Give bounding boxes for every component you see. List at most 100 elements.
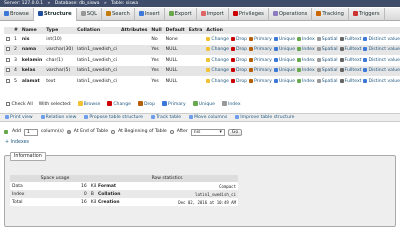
check-all-label[interactable]: Check All	[11, 102, 32, 107]
action-drop[interactable]: Drop	[231, 78, 247, 84]
action-change[interactable]: Change	[206, 47, 229, 52]
row-checkbox[interactable]	[6, 57, 10, 62]
tab-sql[interactable]: SQL	[77, 8, 102, 21]
structure-icon	[37, 11, 43, 16]
radio-at-beginning[interactable]	[111, 130, 116, 134]
tab-export[interactable]: Export	[165, 8, 197, 21]
cell-name[interactable]: alamat	[19, 76, 45, 87]
bulk-drop[interactable]: Drop	[137, 100, 155, 109]
action-distinct-values[interactable]: Distinct values	[363, 68, 400, 73]
cell-name[interactable]: nama	[19, 44, 45, 55]
tab-structure[interactable]: Structure	[33, 8, 77, 21]
bulk-unique[interactable]: Unique	[192, 100, 215, 109]
action-index[interactable]: Index	[297, 36, 315, 42]
fulltext-icon	[339, 57, 344, 62]
tab-search[interactable]: Search	[102, 8, 135, 21]
structure-table: # Name Type Collation Attributes Null Default E…	[4, 27, 400, 87]
link-move-columns[interactable]: Move columns	[189, 114, 227, 121]
action-primary[interactable]: Primary	[249, 47, 272, 52]
action-unique[interactable]: Unique	[273, 47, 295, 52]
action-drop[interactable]: Drop	[231, 47, 247, 52]
action-distinct-values[interactable]: Distinct values	[363, 36, 400, 42]
breadcrumb-table[interactable]: Table: siswa	[111, 1, 138, 6]
action-distinct-values[interactable]: Distinct values	[363, 47, 400, 52]
radio-after-label[interactable]: After	[177, 127, 188, 137]
action-unique[interactable]: Unique	[273, 57, 295, 63]
bulk-browse[interactable]: Browse	[77, 100, 100, 109]
action-distinct-values[interactable]: Distinct values	[363, 78, 400, 84]
action-spatial[interactable]: Spatial	[316, 57, 338, 63]
action-fulltext[interactable]: Fulltext	[339, 78, 361, 84]
link-relation-view[interactable]: Relation view	[40, 114, 76, 121]
bulk-primary[interactable]: Primary	[162, 100, 186, 109]
action-unique[interactable]: Unique	[273, 68, 295, 73]
action-drop[interactable]: Drop	[231, 68, 247, 73]
action-index[interactable]: Index	[297, 68, 315, 73]
tab-operations[interactable]: Operations	[269, 8, 313, 21]
action-fulltext[interactable]: Fulltext	[339, 36, 361, 42]
row-checkbox[interactable]	[6, 47, 10, 51]
check-all-checkbox[interactable]	[6, 101, 10, 106]
action-primary[interactable]: Primary	[249, 36, 272, 42]
tab-triggers[interactable]: Triggers	[349, 8, 385, 21]
action-distinct-values[interactable]: Distinct values	[363, 57, 400, 63]
space-usage-row: Total 16 KiB	[10, 198, 100, 206]
action-fulltext[interactable]: Fulltext	[339, 57, 361, 63]
link-print-view[interactable]: Print view	[5, 114, 33, 121]
spatial-icon	[316, 36, 321, 41]
action-drop[interactable]: Drop	[231, 57, 247, 63]
action-index[interactable]: Index	[297, 78, 315, 84]
bulk-actions: Check All With selected: Browse Change Dro…	[6, 100, 306, 109]
cell-name[interactable]: nis	[19, 34, 45, 45]
radio-after[interactable]	[169, 130, 174, 134]
action-change[interactable]: Change	[206, 57, 229, 63]
tab-insert[interactable]: Insert	[135, 8, 165, 21]
column-count-input[interactable]: 1	[23, 128, 38, 136]
breadcrumb-server[interactable]: Server: 127.0.0.1	[4, 1, 43, 6]
link-track-table[interactable]: Track table	[151, 114, 181, 121]
indexes-toggle[interactable]: + Indexes	[5, 140, 29, 145]
action-spatial[interactable]: Spatial	[316, 68, 338, 73]
cell-collation: latin1_swedish_ci	[75, 55, 119, 66]
link-propose-table-structure[interactable]: Propose table structure	[84, 114, 143, 121]
action-spatial[interactable]: Spatial	[316, 78, 338, 84]
action-label: Change	[211, 36, 230, 42]
action-spatial[interactable]: Spatial	[316, 47, 338, 52]
radio-at-end[interactable]	[66, 130, 71, 134]
action-change[interactable]: Change	[206, 78, 229, 84]
action-primary[interactable]: Primary	[249, 68, 272, 73]
go-button[interactable]: Go	[227, 128, 243, 136]
after-column-select[interactable]: nis ▾	[190, 128, 225, 136]
radio-at-beginning-label[interactable]: At Beginning of Table	[118, 127, 167, 137]
bulk-change[interactable]: Change	[107, 100, 131, 109]
tab-label: Export	[174, 11, 192, 17]
action-unique[interactable]: Unique	[273, 78, 295, 84]
action-primary[interactable]: Primary	[249, 78, 272, 84]
cell-name[interactable]: kelamin	[19, 55, 45, 66]
action-fulltext[interactable]: Fulltext	[339, 68, 361, 73]
action-index[interactable]: Index	[297, 47, 315, 52]
row-checkbox[interactable]	[6, 36, 10, 41]
radio-at-end-label[interactable]: At End of Table	[74, 127, 108, 137]
action-change[interactable]: Change	[206, 68, 229, 73]
row-checkbox[interactable]	[6, 78, 10, 83]
tab-browse[interactable]: Browse	[0, 8, 34, 21]
cell-name[interactable]: kelas	[19, 65, 45, 76]
tab-privileges[interactable]: Privileges	[229, 8, 269, 21]
bulk-index[interactable]: Index	[221, 100, 241, 109]
breadcrumb-database[interactable]: Database: db_siswa	[55, 1, 100, 6]
action-unique[interactable]: Unique	[273, 36, 295, 42]
link-improve-table-structure[interactable]: Improve table structure	[235, 114, 295, 121]
action-index[interactable]: Index	[297, 57, 315, 63]
tab-tracking[interactable]: Tracking	[312, 8, 349, 21]
action-label: Distinct values	[368, 68, 400, 74]
action-spatial[interactable]: Spatial	[316, 36, 338, 42]
action-label: Fulltext	[344, 47, 362, 53]
with-selected-label: With selected:	[38, 102, 72, 107]
row-checkbox[interactable]	[6, 68, 10, 72]
action-drop[interactable]: Drop	[231, 36, 247, 42]
action-change[interactable]: Change	[206, 36, 230, 42]
action-primary[interactable]: Primary	[249, 57, 272, 63]
tab-import[interactable]: Import	[197, 8, 229, 21]
action-fulltext[interactable]: Fulltext	[339, 47, 362, 53]
